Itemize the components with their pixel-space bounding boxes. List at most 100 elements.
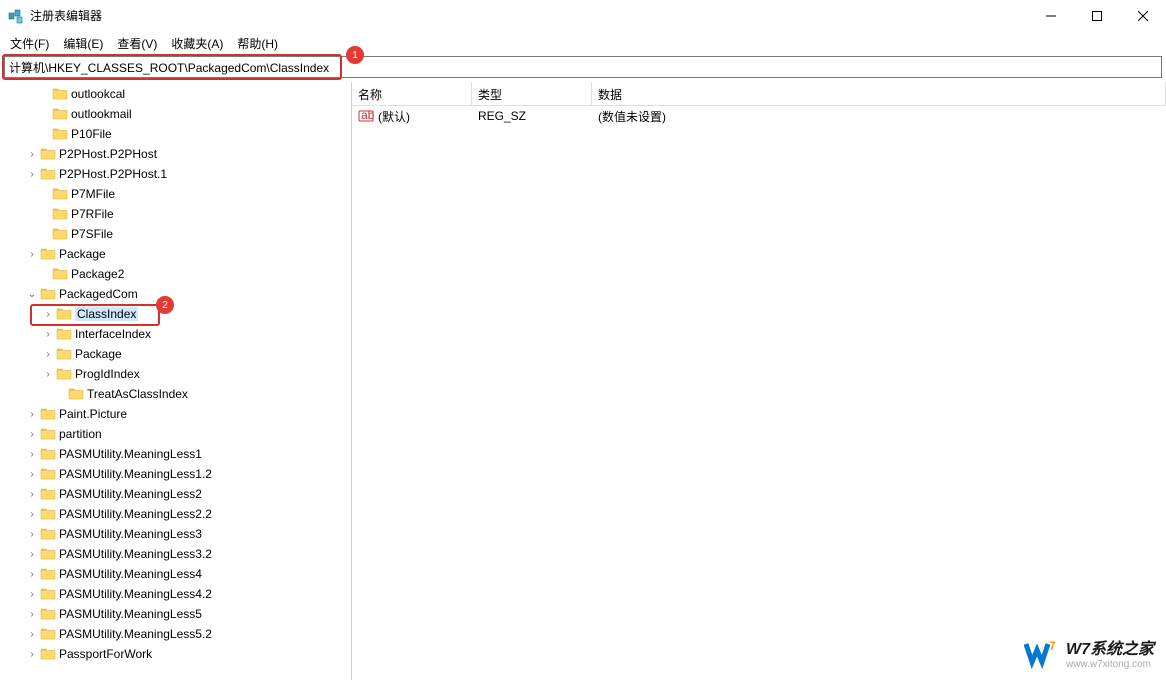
tree-item-label: Paint.Picture <box>59 407 127 421</box>
tree-item-label: TreatAsClassIndex <box>87 387 188 401</box>
value-type: REG_SZ <box>472 108 592 124</box>
tree-pane[interactable]: 2 outlookcaloutlookmailP10File›P2PHost.P… <box>0 82 352 680</box>
folder-icon <box>40 166 56 182</box>
tree-item-outlookmail[interactable]: outlookmail <box>0 104 351 124</box>
expand-arrow-icon[interactable]: › <box>42 348 54 360</box>
column-data[interactable]: 数据 <box>592 82 1166 105</box>
tree-item-label: PackagedCom <box>59 287 138 301</box>
close-button[interactable] <box>1120 0 1166 32</box>
expand-arrow-icon[interactable]: › <box>26 468 38 480</box>
folder-icon <box>40 286 56 302</box>
tree-item-ProgIdIndex[interactable]: ›ProgIdIndex <box>0 364 351 384</box>
folder-icon <box>40 506 56 522</box>
expand-arrow-icon[interactable]: › <box>26 588 38 600</box>
menu-help[interactable]: 帮助(H) <box>231 33 284 54</box>
maximize-button[interactable] <box>1074 0 1120 32</box>
expand-arrow-icon[interactable]: › <box>42 308 54 320</box>
expand-arrow-icon[interactable]: › <box>26 608 38 620</box>
window-controls <box>1028 0 1166 32</box>
expand-arrow-icon[interactable]: › <box>26 168 38 180</box>
tree-item-label: PassportForWork <box>59 647 152 661</box>
tree-item-P2PHost-P2PHost-1[interactable]: ›P2PHost.P2PHost.1 <box>0 164 351 184</box>
expand-arrow-icon <box>38 88 50 100</box>
list-pane: 名称 类型 数据 ab(默认)REG_SZ(数值未设置) <box>352 82 1166 680</box>
tree-item-P7RFile[interactable]: P7RFile <box>0 204 351 224</box>
folder-icon <box>56 346 72 362</box>
expand-arrow-icon[interactable]: › <box>26 428 38 440</box>
tree-item-label: PASMUtility.MeaningLess4 <box>59 567 202 581</box>
tree-item-label: PASMUtility.MeaningLess5.2 <box>59 627 212 641</box>
folder-icon <box>40 426 56 442</box>
tree-item-PASMUtility-MeaningLess2-2[interactable]: › PASMUtility.MeaningLess2.2 <box>0 504 351 524</box>
regedit-icon <box>8 8 24 24</box>
value-row[interactable]: ab(默认)REG_SZ(数值未设置) <box>352 106 1166 126</box>
tree-item-label: P2PHost.P2PHost <box>59 147 157 161</box>
tree-item-PASMUtility-MeaningLess1-2[interactable]: › PASMUtility.MeaningLess1.2 <box>0 464 351 484</box>
folder-icon <box>52 266 68 282</box>
expand-arrow-icon <box>54 388 66 400</box>
folder-icon <box>52 186 68 202</box>
menubar: 文件(F) 编辑(E) 查看(V) 收藏夹(A) 帮助(H) <box>0 32 1166 54</box>
tree-item-Package[interactable]: ›Package <box>0 244 351 264</box>
folder-icon <box>40 486 56 502</box>
tree-item-Package[interactable]: › Package <box>0 344 351 364</box>
tree-item-PassportForWork[interactable]: › PassportForWork <box>0 644 351 664</box>
folder-icon <box>52 86 68 102</box>
tree-item-label: Package <box>75 347 122 361</box>
tree-item-P10File[interactable]: P10File <box>0 124 351 144</box>
folder-icon <box>52 106 68 122</box>
tree-item-partition[interactable]: › partition <box>0 424 351 444</box>
expand-arrow-icon[interactable]: › <box>26 248 38 260</box>
tree-item-Paint-Picture[interactable]: › Paint.Picture <box>0 404 351 424</box>
column-type[interactable]: 类型 <box>472 82 592 105</box>
expand-arrow-icon[interactable]: › <box>26 568 38 580</box>
tree-item-PASMUtility-MeaningLess1[interactable]: ›PASMUtility.MeaningLess1 <box>0 444 351 464</box>
tree-item-Package2[interactable]: Package2 <box>0 264 351 284</box>
expand-arrow-icon[interactable]: › <box>42 328 54 340</box>
string-value-icon: ab <box>358 108 374 124</box>
tree-item-InterfaceIndex[interactable]: ›InterfaceIndex <box>0 324 351 344</box>
tree-item-TreatAsClassIndex[interactable]: TreatAsClassIndex <box>0 384 351 404</box>
tree-item-label: PASMUtility.MeaningLess1.2 <box>59 467 212 481</box>
folder-icon <box>40 406 56 422</box>
expand-arrow-icon[interactable]: ⌄ <box>26 288 38 300</box>
tree-item-label: partition <box>59 427 102 441</box>
folder-icon <box>52 206 68 222</box>
tree-item-PackagedCom[interactable]: ⌄ PackagedCom <box>0 284 351 304</box>
expand-arrow-icon[interactable]: › <box>26 508 38 520</box>
minimize-button[interactable] <box>1028 0 1074 32</box>
menu-edit[interactable]: 编辑(E) <box>57 33 109 54</box>
tree-item-label: PASMUtility.MeaningLess2.2 <box>59 507 212 521</box>
folder-icon <box>40 526 56 542</box>
tree-item-PASMUtility-MeaningLess3[interactable]: ›PASMUtility.MeaningLess3 <box>0 524 351 544</box>
column-name[interactable]: 名称 <box>352 82 472 105</box>
expand-arrow-icon[interactable]: › <box>42 368 54 380</box>
tree-item-outlookcal[interactable]: outlookcal <box>0 84 351 104</box>
main-area: 2 outlookcaloutlookmailP10File›P2PHost.P… <box>0 82 1166 680</box>
expand-arrow-icon[interactable]: › <box>26 528 38 540</box>
menu-view[interactable]: 查看(V) <box>111 33 163 54</box>
menu-favorites[interactable]: 收藏夹(A) <box>165 33 229 54</box>
folder-icon <box>56 366 72 382</box>
menu-file[interactable]: 文件(F) <box>4 33 55 54</box>
expand-arrow-icon[interactable]: › <box>26 548 38 560</box>
list-body[interactable]: ab(默认)REG_SZ(数值未设置) <box>352 106 1166 680</box>
tree-item-PASMUtility-MeaningLess2[interactable]: ›PASMUtility.MeaningLess2 <box>0 484 351 504</box>
tree-item-PASMUtility-MeaningLess5-2[interactable]: › PASMUtility.MeaningLess5.2 <box>0 624 351 644</box>
tree-item-P7SFile[interactable]: P7SFile <box>0 224 351 244</box>
address-input[interactable] <box>4 56 1162 78</box>
tree-item-PASMUtility-MeaningLess5[interactable]: ›PASMUtility.MeaningLess5 <box>0 604 351 624</box>
folder-icon <box>56 326 72 342</box>
tree-item-P2PHost-P2PHost[interactable]: › P2PHost.P2PHost <box>0 144 351 164</box>
tree-item-PASMUtility-MeaningLess4-2[interactable]: ›PASMUtility.MeaningLess4.2 <box>0 584 351 604</box>
expand-arrow-icon[interactable]: › <box>26 648 38 660</box>
expand-arrow-icon[interactable]: › <box>26 148 38 160</box>
tree-item-PASMUtility-MeaningLess4[interactable]: › PASMUtility.MeaningLess4 <box>0 564 351 584</box>
tree-item-PASMUtility-MeaningLess3-2[interactable]: ›PASMUtility.MeaningLess3.2 <box>0 544 351 564</box>
expand-arrow-icon[interactable]: › <box>26 628 38 640</box>
expand-arrow-icon[interactable]: › <box>26 448 38 460</box>
expand-arrow-icon[interactable]: › <box>26 488 38 500</box>
expand-arrow-icon[interactable]: › <box>26 408 38 420</box>
tree-item-ClassIndex[interactable]: ›ClassIndex <box>0 304 351 324</box>
tree-item-P7MFile[interactable]: P7MFile <box>0 184 351 204</box>
